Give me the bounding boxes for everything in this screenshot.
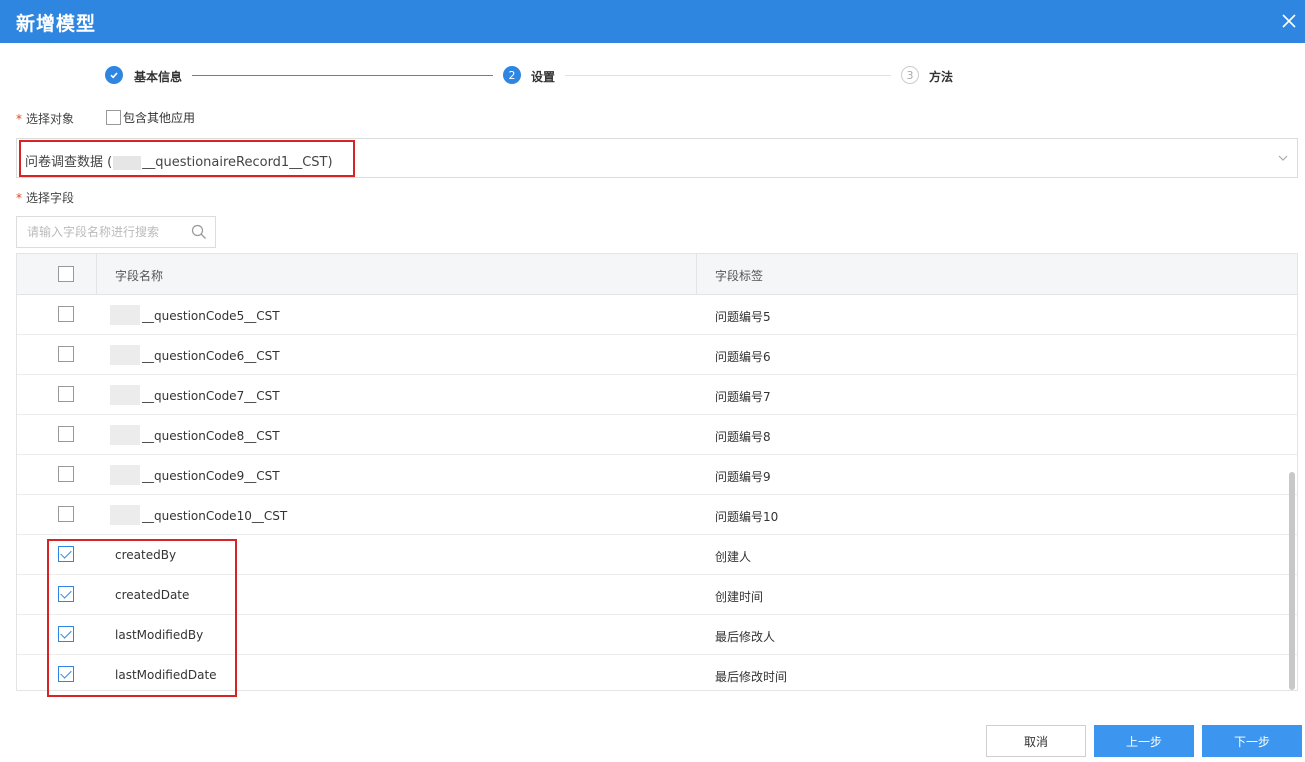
field-label: 问题编号10: [715, 510, 779, 524]
fields-table: 字段名称 字段标签 __questionCode5__CST 问题编号5 __que…: [16, 253, 1298, 691]
step-2-number: 2: [508, 68, 516, 82]
table-row[interactable]: __questionCode8__CST 问题编号8: [17, 415, 1297, 455]
step-2-label: 设置: [531, 70, 556, 84]
field-label: 问题编号8: [715, 430, 771, 444]
field-name: createdDate: [115, 588, 190, 602]
masked-prefix: [110, 425, 140, 445]
row-checkbox[interactable]: [58, 506, 74, 522]
masked-prefix: [110, 345, 140, 365]
include-other-apps[interactable]: 包含其他应用: [106, 109, 195, 126]
field-name: createdBy: [115, 548, 177, 562]
scrollbar-thumb[interactable]: [1289, 472, 1295, 690]
fields-label: 选择字段: [26, 191, 75, 205]
object-select[interactable]: 问卷调查数据 (__questionaireRecord1__CST): [16, 138, 1298, 178]
required-icon: *: [16, 111, 22, 126]
row-checkbox[interactable]: [58, 466, 74, 482]
row-checkbox[interactable]: [58, 426, 74, 442]
required-icon: *: [16, 190, 22, 205]
field-name: __questionCode6__CST: [110, 345, 280, 365]
field-label: 问题编号7: [715, 390, 771, 404]
next-button[interactable]: 下一步: [1202, 725, 1302, 757]
masked-prefix: [113, 155, 142, 170]
column-header-name: 字段名称: [115, 269, 164, 283]
masked-prefix: [110, 305, 140, 325]
field-name: __questionCode10__CST: [110, 505, 287, 525]
table-row[interactable]: lastModifiedBy 最后修改人: [17, 615, 1297, 655]
fields-label-row: * 选择字段: [16, 189, 74, 206]
masked-prefix: [110, 385, 140, 405]
previous-button[interactable]: 上一步: [1094, 725, 1194, 757]
field-label: 问题编号9: [715, 470, 771, 484]
stepper: 基本信息 2 设置 3 方法: [0, 66, 1305, 86]
step-3-label: 方法: [929, 70, 954, 84]
field-label: 最后修改人: [715, 630, 776, 644]
new-model-dialog: 新增模型 基本信息 2 设置 3 方法 * 选择对象 包含其他应用 问卷调查数据…: [0, 0, 1305, 762]
step-3-number: 3: [906, 68, 914, 82]
select-all-checkbox[interactable]: [58, 266, 74, 282]
dialog-header: 新增模型: [0, 0, 1305, 43]
field-name: lastModifiedDate: [115, 668, 217, 682]
table-row[interactable]: __questionCode7__CST 问题编号7: [17, 375, 1297, 415]
field-label: 创建时间: [715, 590, 764, 604]
table-row[interactable]: createdBy 创建人: [17, 535, 1297, 575]
field-name: lastModifiedBy: [115, 628, 204, 642]
cancel-button[interactable]: 取消: [986, 725, 1086, 757]
row-checkbox[interactable]: [58, 386, 74, 402]
table-row[interactable]: __questionCode6__CST 问题编号6: [17, 335, 1297, 375]
include-other-checkbox[interactable]: [106, 110, 121, 125]
close-button[interactable]: [1275, 0, 1305, 43]
step-1-label: 基本信息: [134, 70, 183, 84]
object-label: 选择对象: [26, 112, 75, 126]
field-name: __questionCode9__CST: [110, 465, 280, 485]
field-search-input[interactable]: [17, 217, 177, 247]
chevron-down-icon: [1278, 155, 1288, 161]
step-line-1: [192, 75, 493, 76]
step-line-2: [565, 75, 891, 76]
field-label: 最后修改时间: [715, 670, 788, 684]
field-name: __questionCode5__CST: [110, 305, 280, 325]
row-checkbox[interactable]: [58, 306, 74, 322]
row-checkbox[interactable]: [58, 666, 74, 682]
search-icon[interactable]: [191, 224, 207, 240]
object-select-value: 问卷调查数据 (__questionaireRecord1__CST): [25, 155, 333, 170]
table-header: 字段名称 字段标签: [17, 254, 1297, 295]
object-label-row: * 选择对象: [16, 110, 74, 127]
include-other-label: 包含其他应用: [123, 111, 196, 125]
step-1-done-icon: [105, 66, 123, 84]
row-checkbox[interactable]: [58, 546, 74, 562]
field-label: 问题编号6: [715, 350, 771, 364]
field-search: [16, 216, 216, 248]
table-row[interactable]: __questionCode5__CST 问题编号5: [17, 295, 1297, 335]
field-label: 问题编号5: [715, 310, 771, 324]
masked-prefix: [110, 505, 140, 525]
table-row[interactable]: __questionCode10__CST 问题编号10: [17, 495, 1297, 535]
row-checkbox[interactable]: [58, 626, 74, 642]
table-body: __questionCode5__CST 问题编号5 __questionCode6…: [17, 295, 1297, 690]
row-checkbox[interactable]: [58, 586, 74, 602]
step-3-circle: 3: [901, 66, 919, 84]
column-header-label: 字段标签: [715, 269, 764, 283]
field-name: __questionCode8__CST: [110, 425, 280, 445]
table-row[interactable]: createdDate 创建时间: [17, 575, 1297, 615]
field-name: __questionCode7__CST: [110, 385, 280, 405]
masked-prefix: [110, 465, 140, 485]
row-checkbox[interactable]: [58, 346, 74, 362]
field-label: 创建人: [715, 550, 752, 564]
scrollbar[interactable]: [1289, 296, 1295, 690]
table-row[interactable]: __questionCode9__CST 问题编号9: [17, 455, 1297, 495]
table-row[interactable]: lastModifiedDate 最后修改时间: [17, 655, 1297, 690]
dialog-title: 新增模型: [16, 13, 97, 35]
close-icon: [1282, 14, 1296, 28]
step-2-circle: 2: [503, 66, 521, 84]
